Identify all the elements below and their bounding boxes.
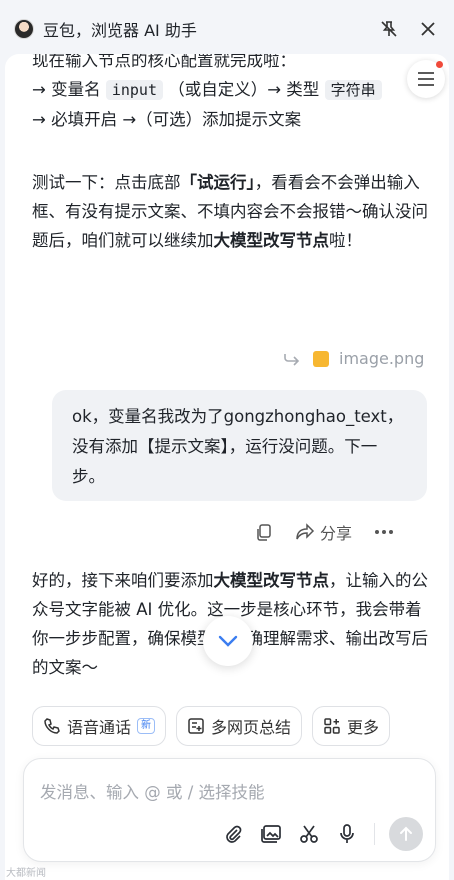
title-bar: 豆包，浏览器 AI 助手 (0, 0, 454, 58)
notification-dot (436, 61, 443, 68)
send-button[interactable] (389, 817, 423, 851)
microphone-icon (340, 824, 354, 843)
bold-text: 大模型改写节点 (213, 571, 330, 590)
share-button[interactable]: 分享 (295, 520, 352, 544)
quick-actions: 语音通话 新 多网页总结 更多 (32, 706, 400, 746)
inline-code: input (105, 80, 163, 100)
assistant-avatar (14, 19, 34, 39)
multi-page-summary-chip[interactable]: 多网页总结 (176, 706, 303, 746)
unpin-icon (381, 21, 397, 37)
more-chip[interactable]: 更多 (312, 706, 391, 746)
close-button[interactable] (416, 17, 440, 41)
assistant-message-1: 现在输入节点的核心配置就完成啦： → 变量名 input （或自定义）→ 类型 … (32, 54, 432, 134)
message-line: → 变量名 input （或自定义）→ 类型 字符串 (32, 75, 432, 105)
more-options-button[interactable] (374, 529, 394, 535)
phone-icon (44, 718, 60, 734)
apps-icon (324, 718, 340, 734)
voice-call-chip[interactable]: 语音通话 新 (32, 706, 167, 746)
menu-icon (418, 72, 434, 86)
scroll-to-bottom-button[interactable] (203, 616, 253, 666)
assistant-message-2: 测试一下：点击底部「试运行」，看看会不会弹出输入框、有没有提示文案、不填内容会不… (32, 173, 428, 250)
chevron-down-icon (218, 635, 238, 647)
copy-icon (257, 524, 271, 541)
user-message: ok，变量名我改为了gongzhonghao_text，没有添加【提示文案】，运… (52, 390, 427, 501)
menu-button[interactable] (407, 60, 445, 98)
close-icon (421, 22, 435, 36)
inline-code: 字符串 (324, 80, 382, 100)
forward-arrow-icon (284, 353, 300, 366)
message-line: → 必填开启 →（可选）添加提示文案 (32, 110, 302, 129)
image-icon (261, 825, 281, 843)
bold-text: 「试运行」 (180, 173, 255, 192)
share-icon (296, 523, 315, 540)
message-line: 现在输入节点的核心配置就完成啦： (32, 54, 296, 70)
message-input-box[interactable]: 发消息、输入 @ 或 / 选择技能 (23, 758, 436, 862)
message-actions: 分享 (255, 520, 416, 544)
arrow-up-icon (400, 826, 412, 841)
chat-panel: 现在输入节点的核心配置就完成啦： → 变量名 input （或自定义）→ 类型 … (5, 54, 449, 880)
input-tools (208, 817, 423, 851)
bold-text: 大模型改写节点 (213, 231, 330, 250)
message-input[interactable]: 发消息、输入 @ 或 / 选择技能 (40, 779, 265, 803)
attach-button[interactable] (220, 821, 246, 847)
document-plus-icon (188, 718, 204, 734)
divider (374, 823, 375, 845)
screenshot-button[interactable] (296, 821, 322, 847)
copy-button[interactable] (255, 523, 273, 541)
watermark: 大都新闻 (6, 868, 46, 879)
image-file-icon (313, 350, 329, 367)
window-title: 豆包，浏览器 AI 助手 (43, 21, 197, 40)
paperclip-icon (226, 825, 242, 843)
scissors-icon (300, 825, 318, 843)
new-badge: 新 (137, 718, 156, 734)
voice-input-button[interactable] (334, 821, 360, 847)
attachment-file[interactable]: image.png (283, 349, 424, 368)
attachment-name: image.png (339, 349, 425, 368)
ellipsis-icon (375, 530, 394, 534)
unpin-button[interactable] (377, 17, 401, 41)
image-button[interactable] (258, 821, 284, 847)
